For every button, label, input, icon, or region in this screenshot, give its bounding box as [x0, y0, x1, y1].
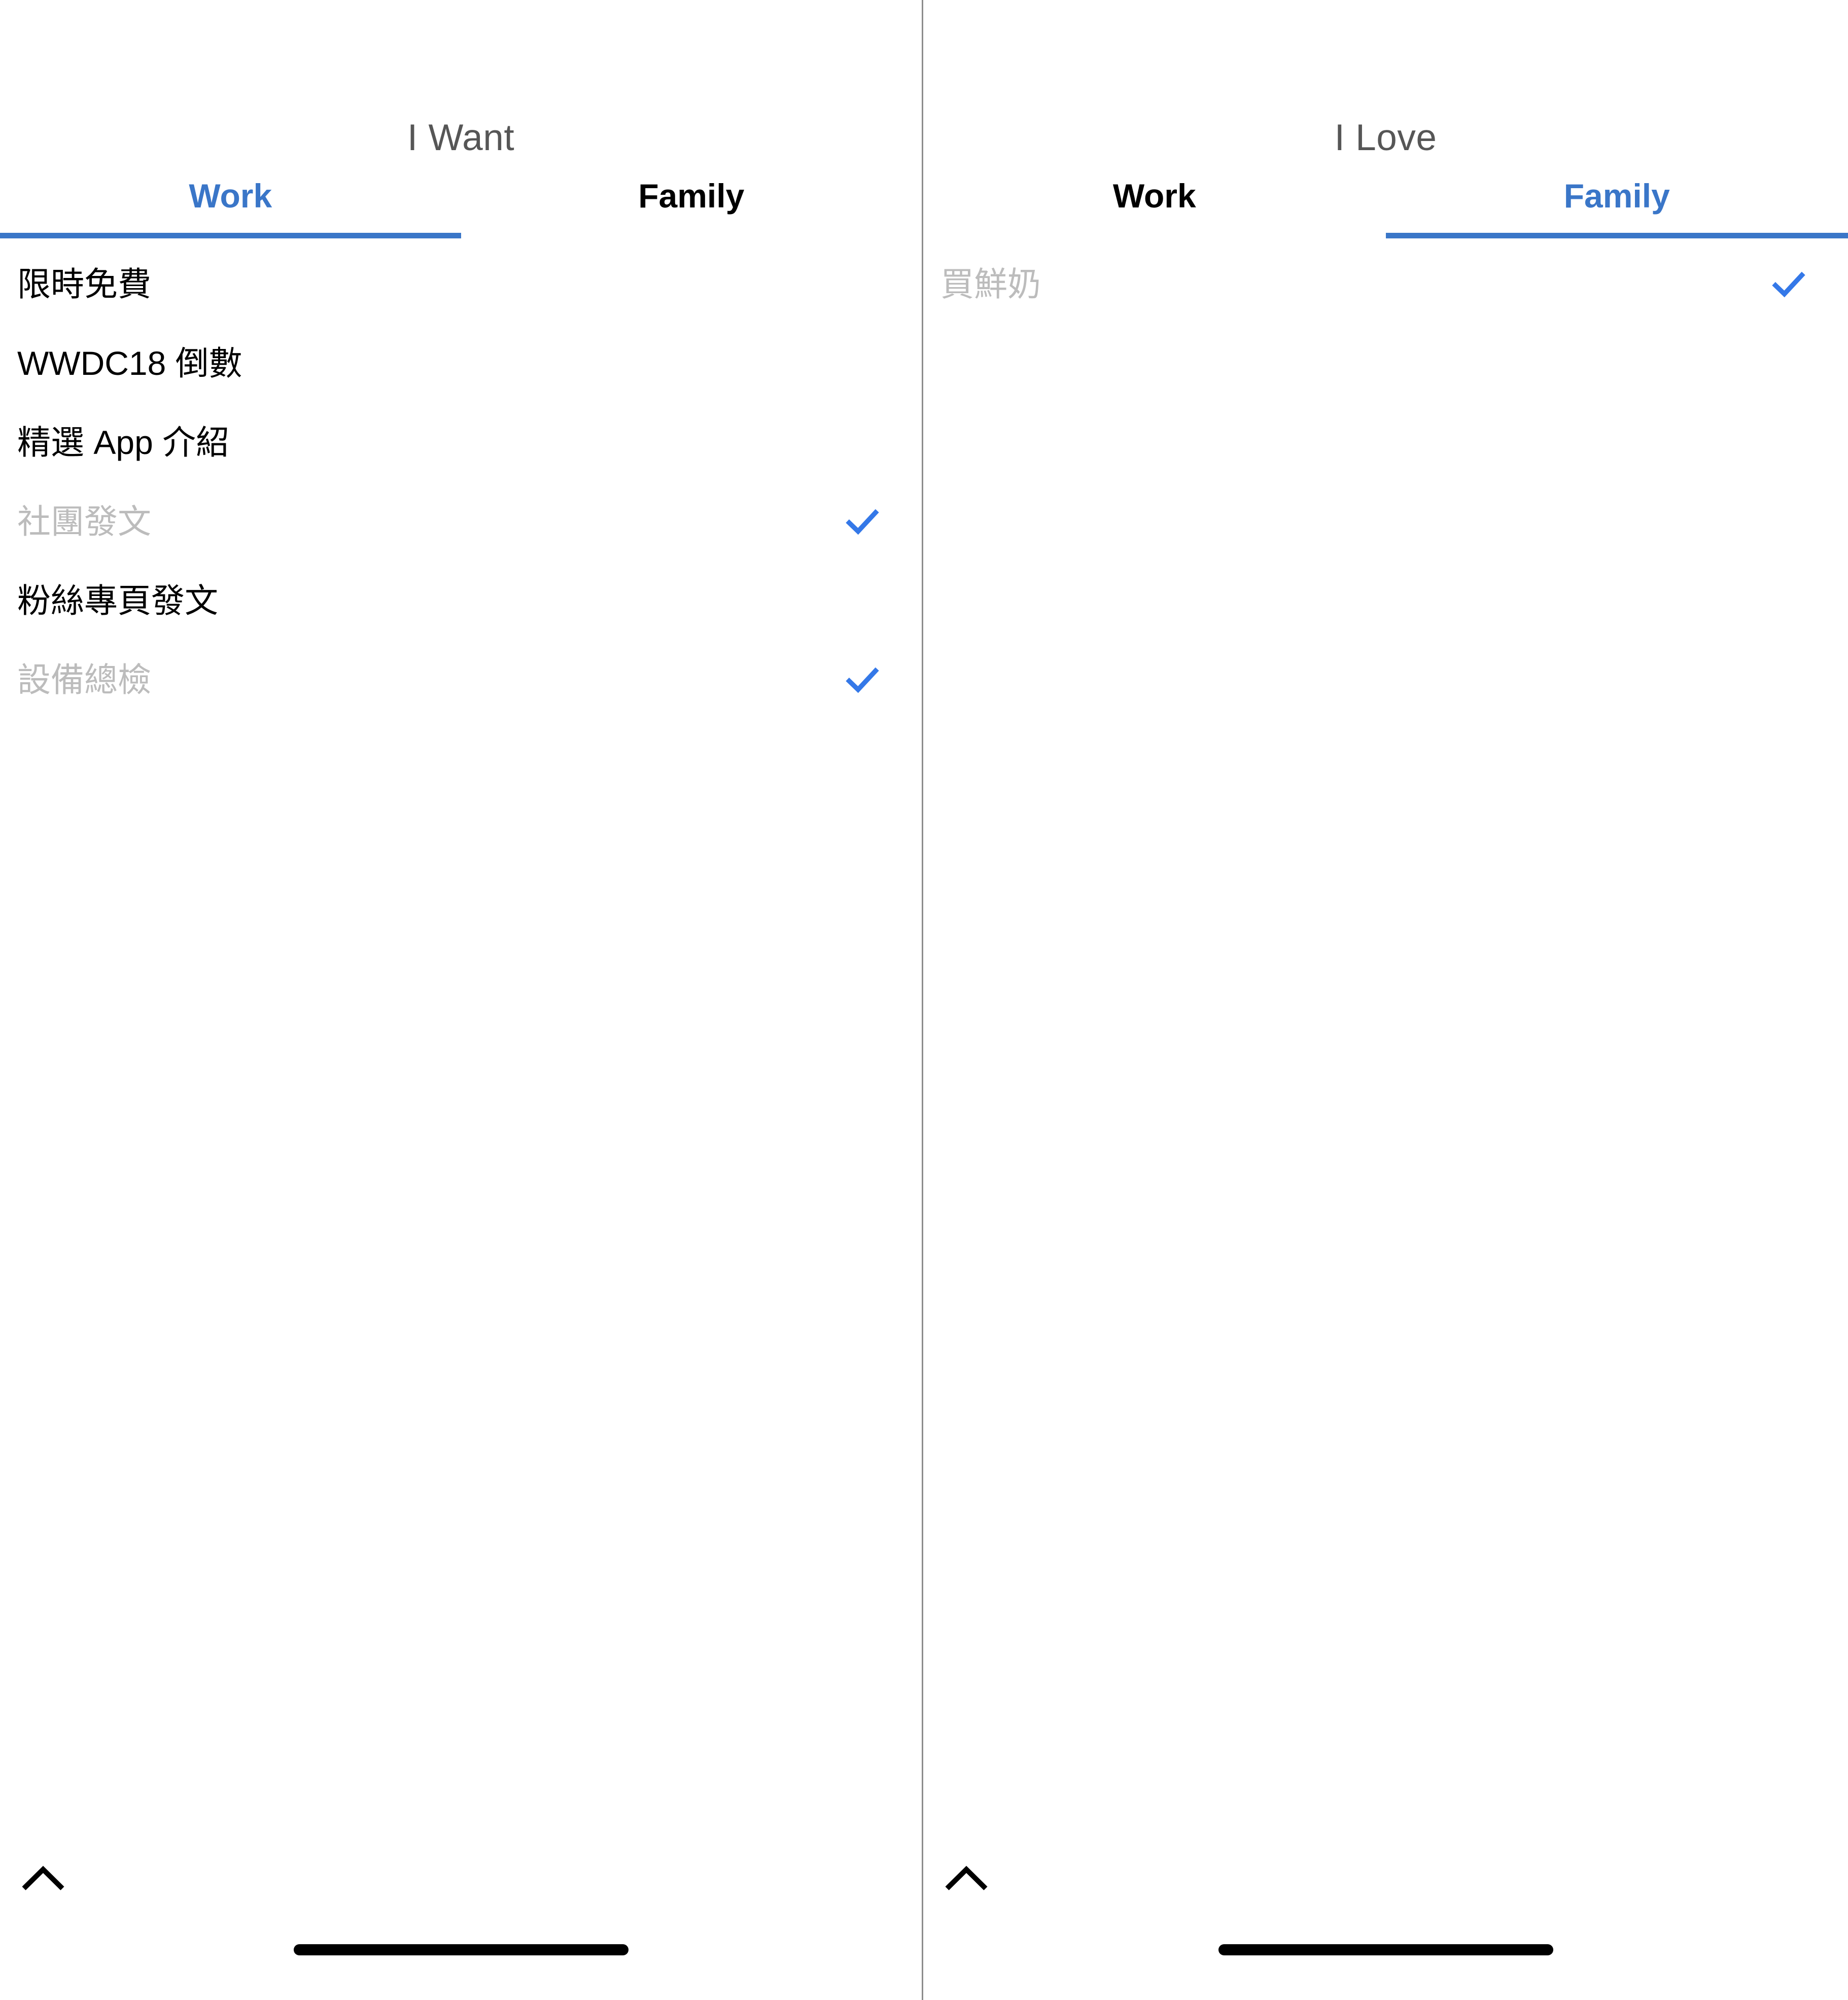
todo-list-right: 買鮮奶 [923, 238, 1848, 1812]
check-icon [1769, 264, 1808, 304]
tab-bar-left: Work Family [0, 162, 922, 238]
list-item[interactable]: 設備總檢 [0, 640, 922, 719]
tab-family[interactable]: Family [1386, 179, 1848, 222]
tab-bar-right: Work Family [923, 162, 1848, 238]
page-title: I Love [1334, 117, 1437, 158]
list-item-label: 粉絲專頁發文 [17, 582, 218, 619]
tab-work[interactable]: Work [923, 179, 1386, 222]
dual-screenshot-container: I Want Work Family 限時免費 WWDC18 倒數 精選 App… [0, 0, 1848, 2000]
chevron-up-icon[interactable] [15, 1850, 71, 1906]
home-indicator[interactable] [1218, 1944, 1553, 1955]
phone-screen-left: I Want Work Family 限時免費 WWDC18 倒數 精選 App… [0, 0, 923, 2000]
todo-list-left: 限時免費 WWDC18 倒數 精選 App 介紹 社團發文 粉絲專頁發文 設備總… [0, 238, 922, 1812]
page-title: I Want [407, 117, 515, 158]
phone-screen-right: I Love Work Family 買鮮奶 [923, 0, 1848, 2000]
list-item[interactable]: 粉絲專頁發文 [0, 561, 922, 640]
nav-title-row-right: I Love [923, 119, 1848, 162]
home-indicator-area-right [923, 1944, 1848, 2000]
list-item[interactable]: 社團發文 [0, 482, 922, 561]
status-bar-left [0, 0, 922, 119]
list-item[interactable]: 精選 App 介紹 [0, 403, 922, 482]
chevron-up-icon[interactable] [938, 1850, 994, 1906]
status-bar-right [923, 0, 1848, 119]
tab-family[interactable]: Family [461, 179, 922, 222]
list-item[interactable]: WWDC18 倒數 [0, 324, 922, 403]
tab-active-indicator [0, 233, 461, 238]
list-item-label: 限時免費 [17, 265, 151, 303]
home-indicator[interactable] [293, 1944, 629, 1955]
list-item-label: WWDC18 倒數 [17, 344, 242, 382]
home-indicator-area-left [0, 1944, 922, 2000]
check-icon [843, 660, 882, 699]
nav-title-row-left: I Want [0, 119, 922, 162]
list-item[interactable]: 買鮮奶 [923, 244, 1848, 324]
list-item-label: 精選 App 介紹 [17, 424, 230, 461]
list-item-label: 社團發文 [17, 503, 151, 540]
tab-active-indicator [1385, 233, 1848, 238]
list-item-label: 設備總檢 [17, 661, 151, 698]
list-item-label: 買鮮奶 [940, 265, 1041, 303]
bottom-toolbar-right [923, 1812, 1848, 1944]
list-item[interactable]: 限時免費 [0, 244, 922, 324]
check-icon [843, 502, 882, 541]
bottom-toolbar-left [0, 1812, 922, 1944]
tab-work[interactable]: Work [0, 179, 461, 222]
